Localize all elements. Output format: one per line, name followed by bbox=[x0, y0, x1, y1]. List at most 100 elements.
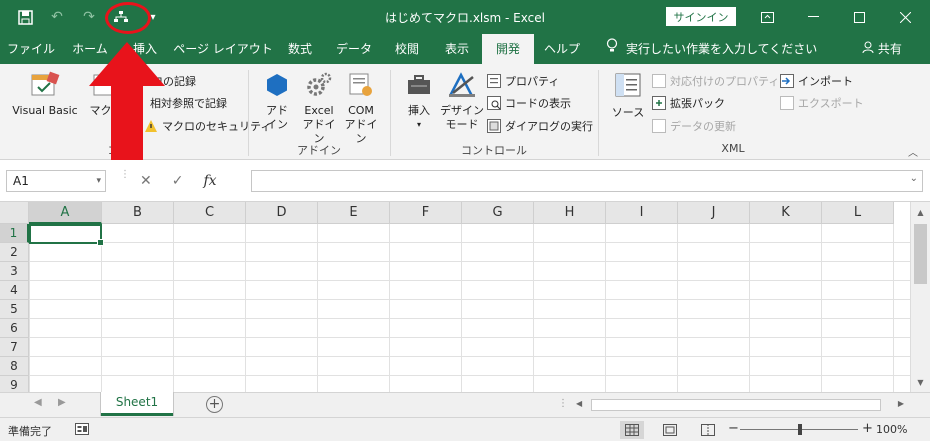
design-mode-button[interactable]: デザイン モード bbox=[438, 70, 486, 132]
vertical-scrollbar[interactable]: ▲ ▼ bbox=[910, 202, 930, 392]
insert-control-label: 挿入 bbox=[408, 104, 430, 117]
normal-view-icon[interactable] bbox=[620, 421, 644, 439]
scroll-right-icon[interactable]: ▶ bbox=[898, 399, 904, 408]
tab-view[interactable]: 表示 bbox=[432, 34, 482, 64]
sheet-prev-icon[interactable]: ◀ bbox=[34, 397, 42, 408]
visual-basic-label: Visual Basic bbox=[12, 104, 78, 117]
row-header-3[interactable]: 3 bbox=[0, 262, 29, 281]
row-header-9[interactable]: 9 bbox=[0, 376, 29, 392]
enter-icon[interactable]: ✓ bbox=[172, 170, 184, 192]
signin-button[interactable]: サインイン bbox=[666, 7, 736, 26]
run-dialog-label: ダイアログの実行 bbox=[505, 120, 593, 133]
row-header-8[interactable]: 8 bbox=[0, 357, 29, 376]
name-box-value: A1 bbox=[13, 174, 29, 188]
vertical-scroll-thumb[interactable] bbox=[914, 224, 927, 284]
add-sheet-icon[interactable]: + bbox=[206, 396, 223, 413]
cell-area[interactable] bbox=[29, 224, 910, 392]
tab-split-grip-icon[interactable]: ⋮ bbox=[558, 398, 568, 409]
column-header-b[interactable]: B bbox=[102, 202, 174, 224]
design-mode-icon bbox=[446, 70, 478, 100]
horizontal-scrollbar[interactable]: ◀ ▶ bbox=[573, 398, 910, 412]
chevron-down-icon[interactable]: ▾ bbox=[96, 171, 101, 191]
row-header-2[interactable]: 2 bbox=[0, 243, 29, 262]
refresh-data-button[interactable]: データの更新 bbox=[652, 117, 736, 135]
xml-source-button[interactable]: ソース bbox=[608, 70, 648, 120]
cancel-icon[interactable]: ✕ bbox=[140, 170, 152, 192]
ribbon-display-options-icon[interactable] bbox=[744, 0, 790, 34]
macro-recording-icon[interactable] bbox=[75, 422, 89, 439]
minimize-icon[interactable] bbox=[790, 0, 836, 34]
export-icon bbox=[780, 96, 794, 110]
close-icon[interactable] bbox=[882, 0, 928, 34]
active-cell-a1[interactable] bbox=[29, 224, 104, 246]
design-mode-label-2: モード bbox=[445, 118, 479, 131]
column-header-j[interactable]: J bbox=[678, 202, 750, 224]
properties-icon bbox=[487, 74, 501, 88]
insert-function-icon[interactable]: fx bbox=[203, 170, 216, 192]
tab-help[interactable]: ヘルプ bbox=[534, 34, 590, 64]
zoom-in-button[interactable]: + bbox=[862, 421, 873, 436]
zoom-slider-knob[interactable] bbox=[798, 424, 802, 435]
formula-input[interactable]: ⌄ bbox=[251, 170, 923, 192]
visual-basic-button[interactable]: Visual Basic bbox=[8, 70, 82, 118]
name-box[interactable]: A1 ▾ bbox=[6, 170, 106, 192]
column-header-a[interactable]: A bbox=[29, 202, 102, 224]
excel-addins-button[interactable]: Excel アドイン bbox=[298, 70, 340, 146]
view-code-button[interactable]: コードの表示 bbox=[487, 94, 571, 112]
row-header-6[interactable]: 6 bbox=[0, 319, 29, 338]
tab-file[interactable]: ファイル bbox=[0, 34, 62, 64]
zoom-level[interactable]: 100% bbox=[876, 423, 907, 436]
import-button[interactable]: インポート bbox=[780, 72, 853, 90]
zoom-slider[interactable] bbox=[740, 424, 858, 435]
expand-formula-icon[interactable]: ⌄ bbox=[910, 173, 918, 184]
com-addins-icon bbox=[345, 70, 377, 100]
column-header-l[interactable]: L bbox=[822, 202, 894, 224]
column-header-i[interactable]: I bbox=[606, 202, 678, 224]
column-header-k[interactable]: K bbox=[750, 202, 822, 224]
column-header-f[interactable]: F bbox=[390, 202, 462, 224]
person-icon bbox=[862, 41, 878, 56]
sheet-tab-sheet1[interactable]: Sheet1 bbox=[101, 392, 173, 416]
tell-me-search[interactable]: 実行したい作業を入力してください bbox=[606, 34, 817, 64]
column-header-h[interactable]: H bbox=[534, 202, 606, 224]
scroll-down-icon[interactable]: ▼ bbox=[914, 376, 927, 389]
map-properties-button[interactable]: 対応付けのプロパティ bbox=[652, 72, 779, 90]
com-addins-button[interactable]: COM アドイン bbox=[340, 70, 382, 146]
column-header-c[interactable]: C bbox=[174, 202, 246, 224]
tab-page-layout[interactable]: ページ レイアウト bbox=[172, 34, 274, 64]
xml-source-icon bbox=[612, 70, 644, 100]
tab-formulas[interactable]: 数式 bbox=[274, 34, 326, 64]
properties-button[interactable]: プロパティ bbox=[487, 72, 559, 90]
tab-review[interactable]: 校閲 bbox=[382, 34, 432, 64]
page-layout-view-icon[interactable] bbox=[658, 421, 682, 439]
zoom-out-button[interactable]: − bbox=[728, 421, 739, 436]
formula-bar-grip-icon[interactable]: ⋮ bbox=[120, 170, 130, 180]
addins-button[interactable]: アド イン bbox=[258, 70, 296, 132]
row-header-1[interactable]: 1 bbox=[0, 224, 29, 243]
expansion-packs-button[interactable]: 拡張パック bbox=[652, 94, 725, 112]
row-header-7[interactable]: 7 bbox=[0, 338, 29, 357]
tab-developer[interactable]: 開発 bbox=[482, 34, 534, 64]
horizontal-scroll-thumb[interactable] bbox=[591, 399, 881, 411]
insert-control-button[interactable]: 挿入 ▾ bbox=[400, 70, 438, 132]
run-dialog-button[interactable]: ダイアログの実行 bbox=[487, 117, 593, 135]
column-header-g[interactable]: G bbox=[462, 202, 534, 224]
group-label-controls: コントロール bbox=[461, 144, 527, 157]
page-break-view-icon[interactable] bbox=[696, 421, 720, 439]
column-header-e[interactable]: E bbox=[318, 202, 390, 224]
share-button[interactable]: 共有 bbox=[862, 34, 902, 64]
collapse-ribbon-icon[interactable]: ︿ bbox=[908, 144, 918, 159]
maximize-icon[interactable] bbox=[836, 0, 882, 34]
scroll-up-icon[interactable]: ▲ bbox=[914, 206, 927, 219]
group-label-addins: アドイン bbox=[297, 144, 341, 157]
view-code-label: コードの表示 bbox=[505, 97, 571, 110]
annotation-circle bbox=[105, 2, 151, 34]
tab-data[interactable]: データ bbox=[326, 34, 382, 64]
column-header-d[interactable]: D bbox=[246, 202, 318, 224]
export-button[interactable]: エクスポート bbox=[780, 94, 864, 112]
scroll-left-icon[interactable]: ◀ bbox=[576, 399, 582, 408]
row-header-4[interactable]: 4 bbox=[0, 281, 29, 300]
select-all-button[interactable] bbox=[0, 202, 29, 224]
sheet-next-icon[interactable]: ▶ bbox=[58, 397, 66, 408]
row-header-5[interactable]: 5 bbox=[0, 300, 29, 319]
